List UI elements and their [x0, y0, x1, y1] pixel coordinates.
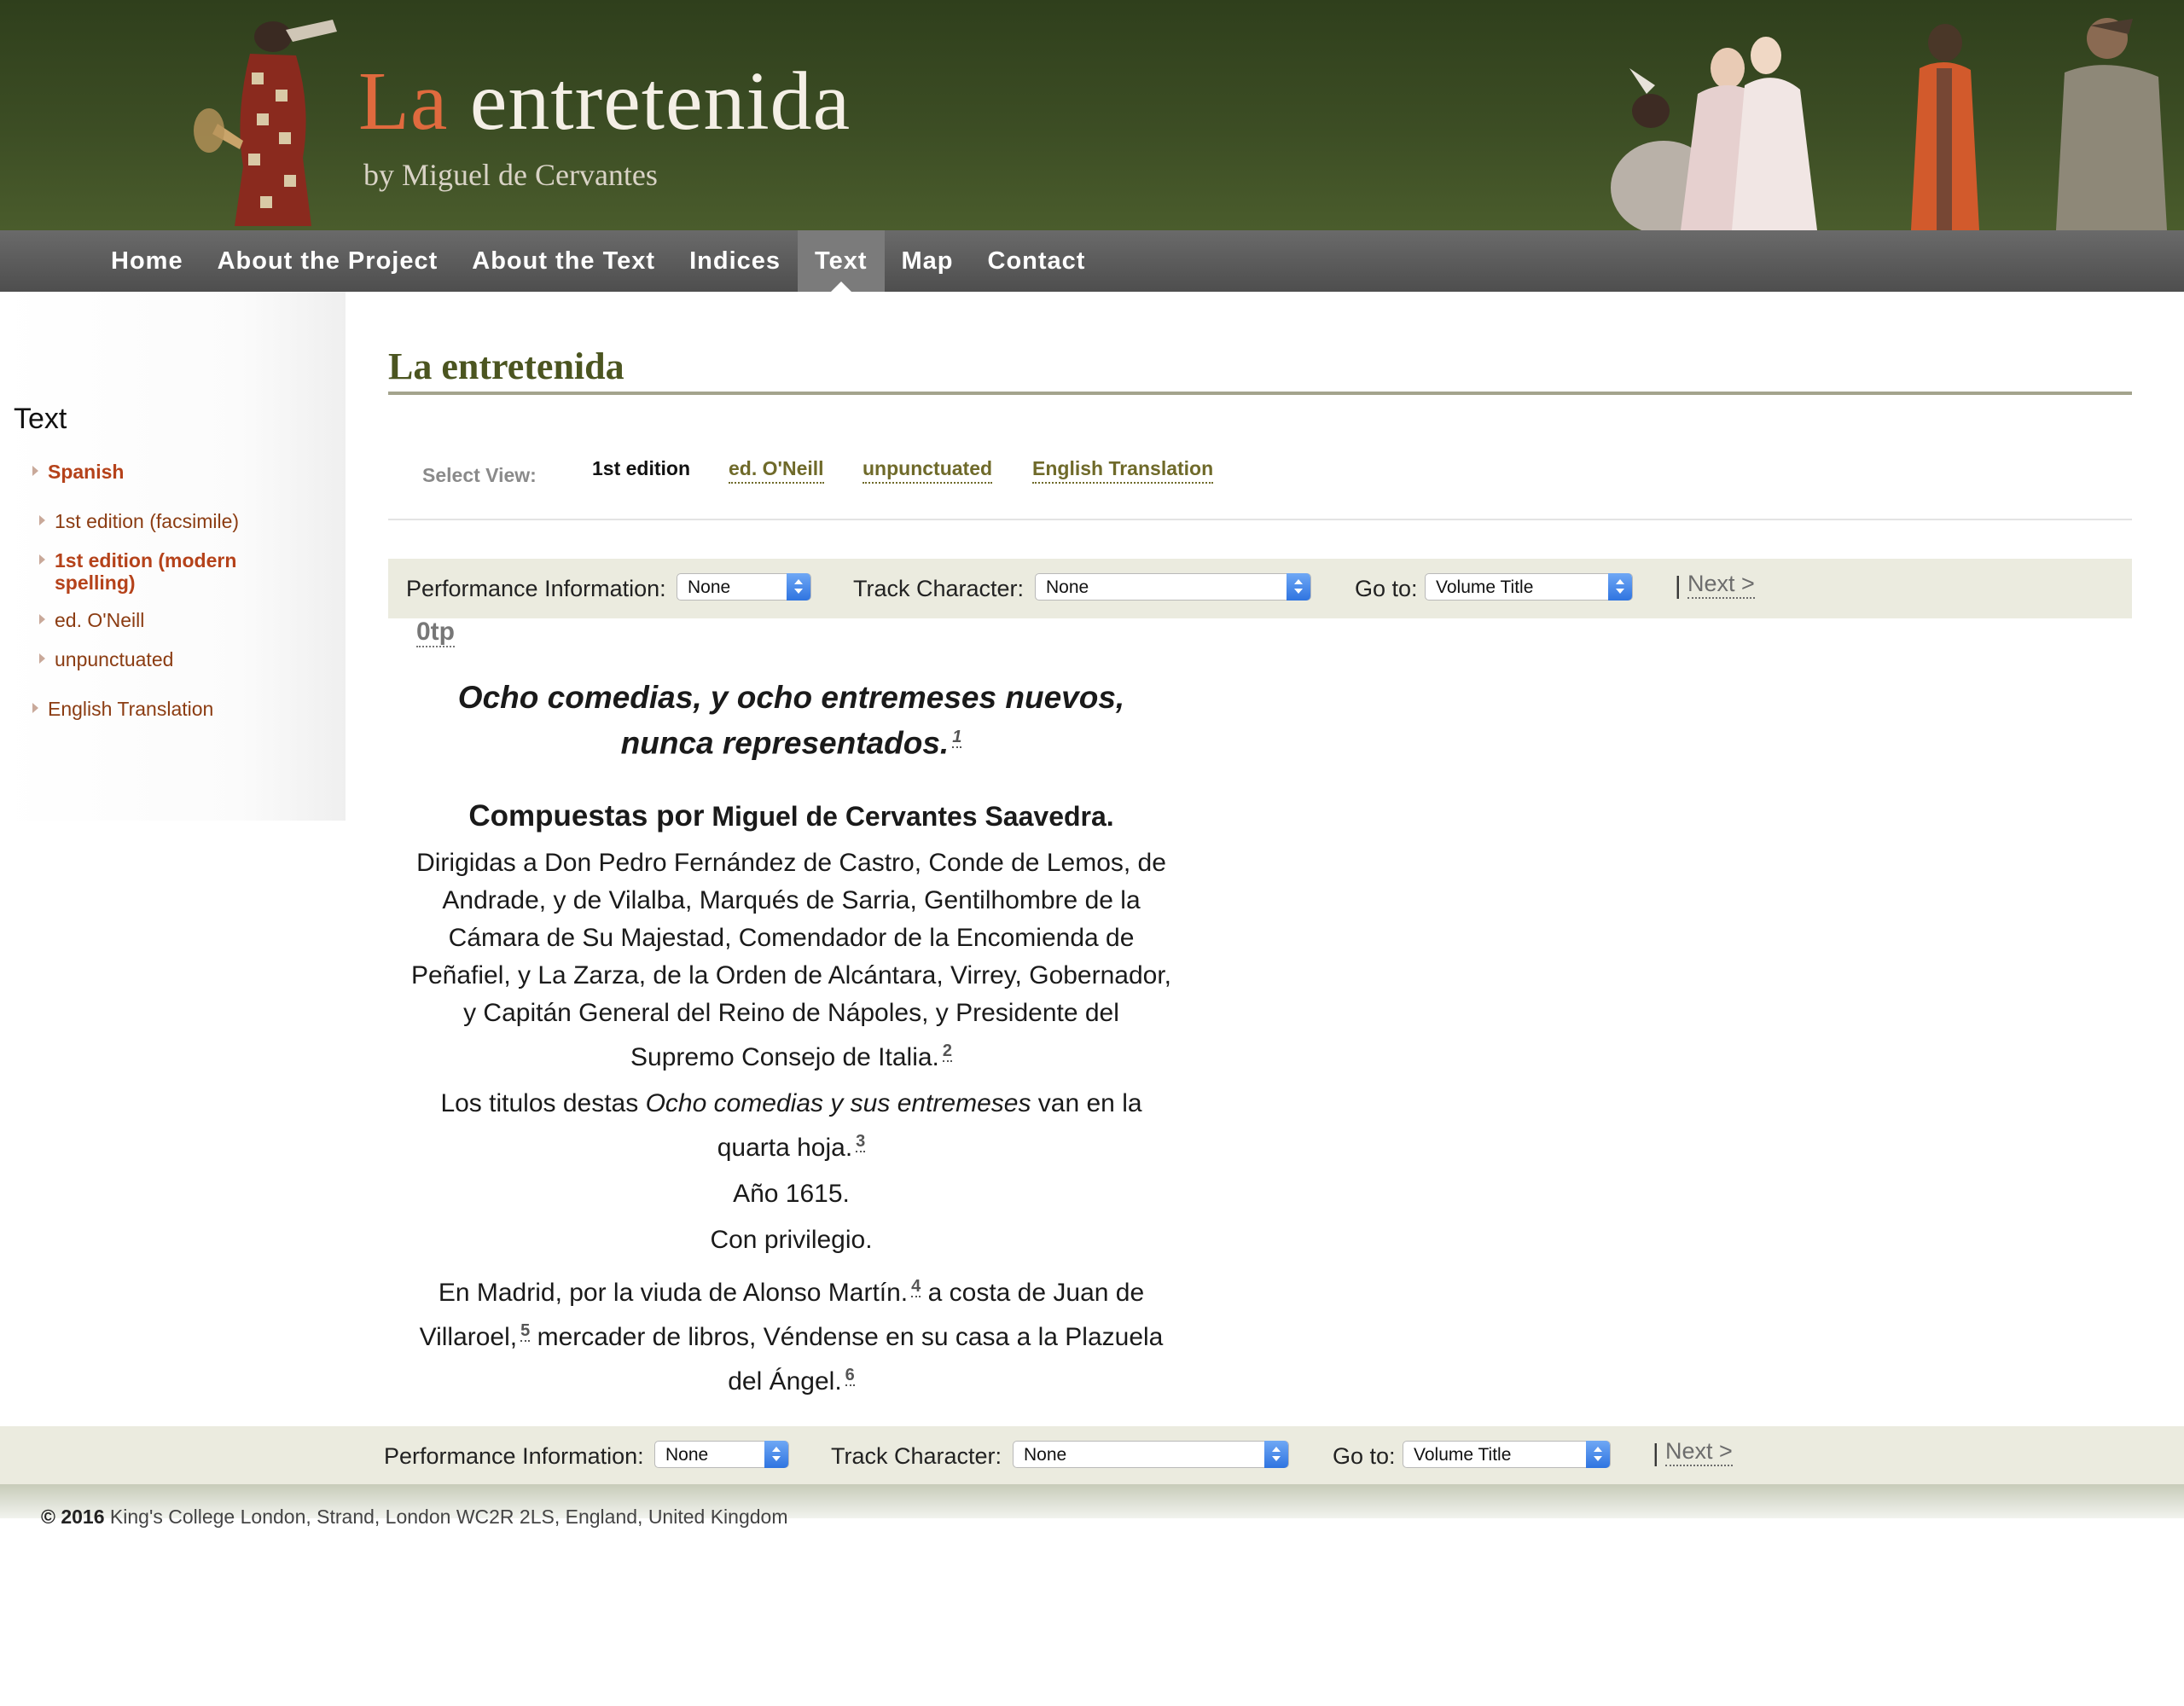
copyright-year: © 2016 — [41, 1506, 105, 1528]
sidebar-item-label: unpunctuated — [55, 648, 174, 670]
sidebar-item-unpunctuated[interactable]: unpunctuated — [39, 648, 174, 671]
next-page-link[interactable]: Next > — [1687, 571, 1755, 599]
performance-info-value: None — [665, 1445, 709, 1465]
site-subtitle: by Miguel de Cervantes — [363, 158, 658, 192]
titulos-paragraph: Los titulos destas Ocho comedias y sus e… — [410, 1085, 1173, 1167]
footnote-marker[interactable]: 2 — [942, 1042, 952, 1063]
goto-value: Volume Title — [1414, 1445, 1512, 1465]
triangle-bullet-icon — [39, 653, 45, 664]
footnote-marker[interactable]: 5 — [520, 1321, 531, 1343]
view-option-oneill[interactable]: ed. O'Neill — [729, 457, 824, 484]
main-nav: Home About the Project About the Text In… — [0, 230, 2184, 292]
commedia-figures-illustration — [1611, 18, 2167, 230]
privilege-line: Con privilegio. — [710, 1226, 873, 1255]
next-page-link[interactable]: Next > — [1665, 1438, 1733, 1466]
edition-text: Ocho comedias, y ocho entremeses nuevos,… — [410, 678, 1173, 1401]
triangle-bullet-icon — [39, 614, 45, 624]
track-character-value: None — [1046, 577, 1089, 597]
nav-item-indices[interactable]: Indices — [672, 230, 798, 292]
nav-item-contact[interactable]: Contact — [971, 230, 1103, 292]
select-arrows-icon — [1287, 573, 1310, 601]
view-option-1st-edition[interactable]: 1st edition — [592, 457, 690, 482]
compuestas-text: Compuestas por — [468, 799, 705, 833]
sidebar-item-modern-spelling[interactable]: 1st edition (modern spelling) — [39, 549, 311, 594]
performance-info-label: Performance Information: — [406, 576, 666, 601]
volume-title: Ocho comedias, y ocho entremeses nuevos,… — [410, 678, 1173, 763]
volume-title-line1: Ocho comedias, y ocho entremeses nuevos, — [457, 680, 1125, 715]
site-banner: La entretenida by Miguel de Cervantes — [0, 0, 2184, 230]
dedication-text: Dirigidas a Don Pedro Fernández de Castr… — [410, 849, 1172, 1072]
page-identifier-link[interactable]: 0tp — [416, 618, 455, 647]
view-option-english-translation[interactable]: English Translation — [1032, 457, 1214, 484]
nav-item-map[interactable]: Map — [885, 230, 971, 292]
sidebar-item-label: ed. O'Neill — [55, 609, 145, 631]
nav-item-about-text[interactable]: About the Text — [455, 230, 672, 292]
track-character-label: Track Character: — [831, 1443, 1002, 1469]
goto-label: Go to: — [1355, 576, 1418, 601]
page-title: La entretenida — [388, 345, 624, 387]
author-line: Compuestas por Miguel de Cervantes Saave… — [410, 797, 1173, 836]
volume-title-line2: nunca representados. — [620, 725, 950, 761]
titulos-text: Los titulos destas — [440, 1089, 646, 1118]
select-arrows-icon — [787, 573, 810, 601]
goto-value: Volume Title — [1436, 577, 1534, 597]
sidebar-item-spanish[interactable]: Spanish — [32, 461, 125, 484]
sidebar-item-english-translation[interactable]: English Translation — [32, 698, 214, 721]
sidebar: Text Spanish 1st edition (facsimile) 1st… — [0, 292, 346, 821]
author-name: Miguel de Cervantes Saavedra. — [704, 801, 1114, 833]
navigation-toolbar-bottom: Performance Information: None Track Char… — [0, 1426, 2184, 1486]
select-arrows-icon — [764, 1441, 788, 1468]
performance-info-label: Performance Information: — [384, 1443, 644, 1469]
select-arrows-icon — [1608, 573, 1632, 601]
triangle-bullet-icon — [32, 466, 38, 476]
harlequin-illustration — [194, 20, 337, 226]
imprint-paragraph: En Madrid, por la viuda de Alonso Martín… — [410, 1268, 1173, 1401]
sidebar-item-label: 1st edition (modern spelling) — [55, 549, 237, 594]
performance-info-select[interactable]: None — [677, 573, 811, 601]
site-title-main: entretenida — [448, 55, 851, 148]
year-line: Año 1615. — [733, 1180, 850, 1209]
footnote-marker[interactable]: 6 — [845, 1366, 855, 1387]
nav-item-about-project[interactable]: About the Project — [200, 230, 456, 292]
select-view-label: Select View: — [422, 464, 537, 486]
sidebar-item-label: English Translation — [48, 698, 214, 720]
track-character-value: None — [1024, 1445, 1067, 1465]
performance-info-value: None — [688, 577, 731, 597]
nav-item-home[interactable]: Home — [94, 230, 200, 292]
site-title-accent: La — [358, 55, 449, 148]
copyright-notice: © 2016 King's College London, Strand, Lo… — [41, 1506, 787, 1529]
toolbar-separator: | — [1675, 572, 1682, 600]
select-arrows-icon — [1264, 1441, 1288, 1468]
copyright-text: King's College London, Strand, London WC… — [104, 1506, 788, 1528]
sidebar-item-label: Spanish — [48, 461, 125, 483]
footnote-marker[interactable]: 1 — [952, 728, 962, 748]
goto-select[interactable]: Volume Title — [1403, 1441, 1611, 1468]
track-character-select[interactable]: None — [1013, 1441, 1289, 1468]
sidebar-item-facsimile[interactable]: 1st edition (facsimile) — [39, 510, 240, 533]
sidebar-item-oneill[interactable]: ed. O'Neill — [39, 609, 145, 632]
titulos-italic: Ocho comedias y sus entremeses — [645, 1089, 1031, 1118]
track-character-select[interactable]: None — [1035, 573, 1311, 601]
select-arrows-icon — [1586, 1441, 1610, 1468]
track-character-label: Track Character: — [853, 576, 1025, 601]
performance-info-select[interactable]: None — [654, 1441, 789, 1468]
triangle-bullet-icon — [32, 703, 38, 713]
imprint-text-a: En Madrid, por la viuda de Alonso Martín… — [438, 1279, 909, 1308]
view-option-unpunctuated[interactable]: unpunctuated — [863, 457, 993, 484]
nav-item-text[interactable]: Text — [798, 230, 885, 292]
dedication-paragraph: Dirigidas a Don Pedro Fernández de Castr… — [410, 844, 1173, 1076]
triangle-bullet-icon — [39, 515, 45, 525]
goto-label: Go to: — [1333, 1443, 1396, 1469]
footnote-marker[interactable]: 4 — [911, 1277, 921, 1298]
goto-select[interactable]: Volume Title — [1425, 573, 1633, 601]
title-divider — [388, 392, 2132, 395]
site-title[interactable]: La entretenida — [358, 60, 851, 143]
select-view-bar: Select View: 1st edition ed. O'Neill unp… — [388, 444, 2132, 520]
footnote-marker[interactable]: 3 — [856, 1132, 866, 1153]
toolbar-separator: | — [1653, 1440, 1659, 1467]
triangle-bullet-icon — [39, 554, 45, 565]
navigation-toolbar-top: Performance Information: None Track Char… — [388, 559, 2132, 618]
sidebar-heading: Text — [14, 403, 67, 435]
sidebar-item-label: 1st edition (facsimile) — [55, 510, 240, 532]
